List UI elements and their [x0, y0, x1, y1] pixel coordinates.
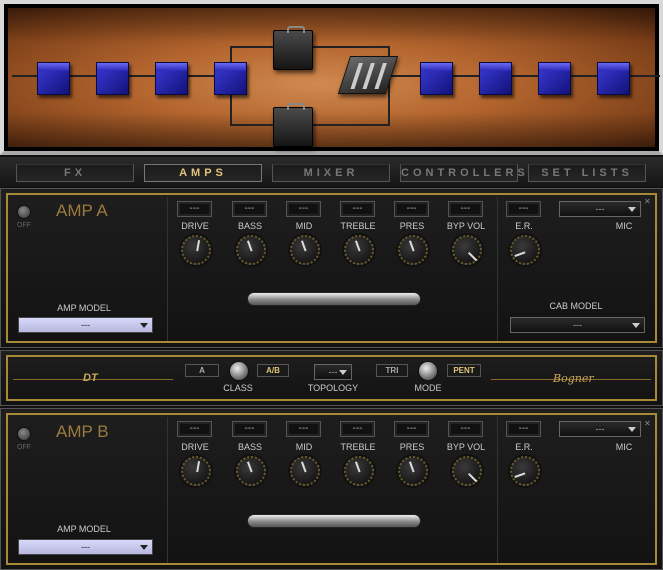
cab-model-select[interactable]: ---: [510, 317, 645, 333]
treble-knob[interactable]: [344, 235, 374, 265]
dt-logo: DT: [83, 372, 98, 384]
close-icon[interactable]: ✕: [644, 197, 651, 206]
er-label: E.R.: [515, 442, 533, 452]
amp-b-title: AMP B: [56, 422, 109, 441]
drive-knob[interactable]: [181, 235, 211, 265]
amp-a-off-label: OFF: [17, 222, 31, 229]
class-a-button[interactable]: A: [185, 364, 219, 377]
mic-label: MIC: [615, 442, 633, 452]
tab-amps[interactable]: AMPS: [144, 164, 262, 182]
bass-label: BASS: [237, 442, 262, 452]
amp-handle: [247, 514, 421, 528]
treble-value[interactable]: ---: [340, 421, 375, 437]
mid-label: MID: [295, 442, 313, 452]
mode-label: MODE: [414, 383, 442, 393]
amp-handle: [247, 292, 421, 306]
mode-tri-button[interactable]: TRI: [376, 364, 408, 377]
er-value[interactable]: ---: [506, 421, 541, 437]
fx-block-cube-icon[interactable]: [214, 62, 247, 95]
mid-value[interactable]: ---: [286, 421, 321, 437]
drive-label: DRIVE: [181, 221, 209, 231]
class-label: CLASS: [223, 383, 253, 393]
cab-model-label: CAB MODEL: [549, 301, 603, 311]
class-ab-button[interactable]: A/B: [257, 364, 289, 377]
byp-vol-knob[interactable]: [452, 235, 482, 265]
bass-knob[interactable]: [236, 235, 266, 265]
topology-label: TOPOLOGY: [307, 383, 359, 393]
mic-select[interactable]: ---: [559, 201, 641, 217]
amp-a-panel: ✕ OFF AMP A --- --- --- --- --- --- --- …: [0, 188, 663, 348]
byp-vol-value[interactable]: ---: [448, 201, 483, 217]
er-knob[interactable]: [510, 456, 540, 486]
byp-vol-label: BYP VOL: [446, 221, 486, 231]
amp-a-cabinet-icon[interactable]: [273, 26, 313, 70]
drive-value[interactable]: ---: [177, 201, 212, 217]
amp-model-label: AMP MODEL: [57, 524, 111, 534]
bass-value[interactable]: ---: [232, 421, 267, 437]
amp-b-cabinet-icon[interactable]: [273, 103, 313, 147]
pres-label: PRES: [399, 221, 425, 231]
topology-select[interactable]: ---: [314, 364, 352, 380]
byp-vol-value[interactable]: ---: [448, 421, 483, 437]
mode-toggle-switch-icon[interactable]: [418, 361, 438, 381]
pres-label: PRES: [399, 442, 425, 452]
tab-mixer[interactable]: MIXER: [272, 164, 390, 182]
fx-block-cube-icon[interactable]: [37, 62, 70, 95]
close-icon[interactable]: ✕: [644, 419, 651, 428]
treble-knob[interactable]: [344, 456, 374, 486]
fx-block-cube-icon[interactable]: [155, 62, 188, 95]
mid-value[interactable]: ---: [286, 201, 321, 217]
pres-knob[interactable]: [398, 235, 428, 265]
er-value[interactable]: ---: [506, 201, 541, 217]
mic-select[interactable]: ---: [559, 421, 641, 437]
tab-controllers[interactable]: CONTROLLERS: [400, 164, 525, 182]
treble-label: TREBLE: [340, 221, 376, 231]
amp-b-panel: ✕ OFF AMP B --- --- --- --- --- --- --- …: [0, 408, 663, 570]
treble-label: TREBLE: [340, 442, 376, 452]
fx-block-cube-icon[interactable]: [597, 62, 630, 95]
dt-panel: DT Bogner A A/B CLASS --- TOPOLOGY TRI P…: [0, 350, 663, 406]
fx-block-cube-icon[interactable]: [479, 62, 512, 95]
drive-knob[interactable]: [181, 456, 211, 486]
mode-pent-button[interactable]: PENT: [447, 364, 481, 377]
tab-fx[interactable]: FX: [16, 164, 134, 182]
fx-block-cube-icon[interactable]: [420, 62, 453, 95]
amp-a-power-button[interactable]: [17, 205, 31, 219]
bass-value[interactable]: ---: [232, 201, 267, 217]
bass-label: BASS: [237, 221, 262, 231]
drive-label: DRIVE: [181, 442, 209, 452]
amp-model-label: AMP MODEL: [57, 303, 111, 313]
pres-value[interactable]: ---: [394, 421, 429, 437]
amp-a-title: AMP A: [56, 201, 108, 220]
fx-block-cube-icon[interactable]: [96, 62, 129, 95]
byp-vol-label: BYP VOL: [446, 442, 486, 452]
amp-b-off-label: OFF: [17, 444, 31, 451]
er-knob[interactable]: [510, 235, 540, 265]
tab-set-lists[interactable]: SET LISTS: [528, 164, 646, 182]
class-toggle-switch-icon[interactable]: [229, 361, 249, 381]
signal-chain-view: [0, 0, 663, 155]
tab-bar: FX AMPS MIXER CONTROLLERS SET LISTS: [0, 157, 663, 187]
mid-label: MID: [295, 221, 313, 231]
treble-value[interactable]: ---: [340, 201, 375, 217]
amp-model-select[interactable]: ---: [18, 539, 153, 555]
mid-knob[interactable]: [290, 235, 320, 265]
er-label: E.R.: [515, 221, 533, 231]
amp-b-power-button[interactable]: [17, 427, 31, 441]
fx-block-cube-icon[interactable]: [538, 62, 571, 95]
bogner-logo: Bogner: [553, 372, 594, 385]
drive-value[interactable]: ---: [177, 421, 212, 437]
byp-vol-knob[interactable]: [452, 456, 482, 486]
mid-knob[interactable]: [290, 456, 320, 486]
amp-model-select[interactable]: ---: [18, 317, 153, 333]
pres-value[interactable]: ---: [394, 201, 429, 217]
pres-knob[interactable]: [398, 456, 428, 486]
bass-knob[interactable]: [236, 456, 266, 486]
mic-label: MIC: [615, 221, 633, 231]
